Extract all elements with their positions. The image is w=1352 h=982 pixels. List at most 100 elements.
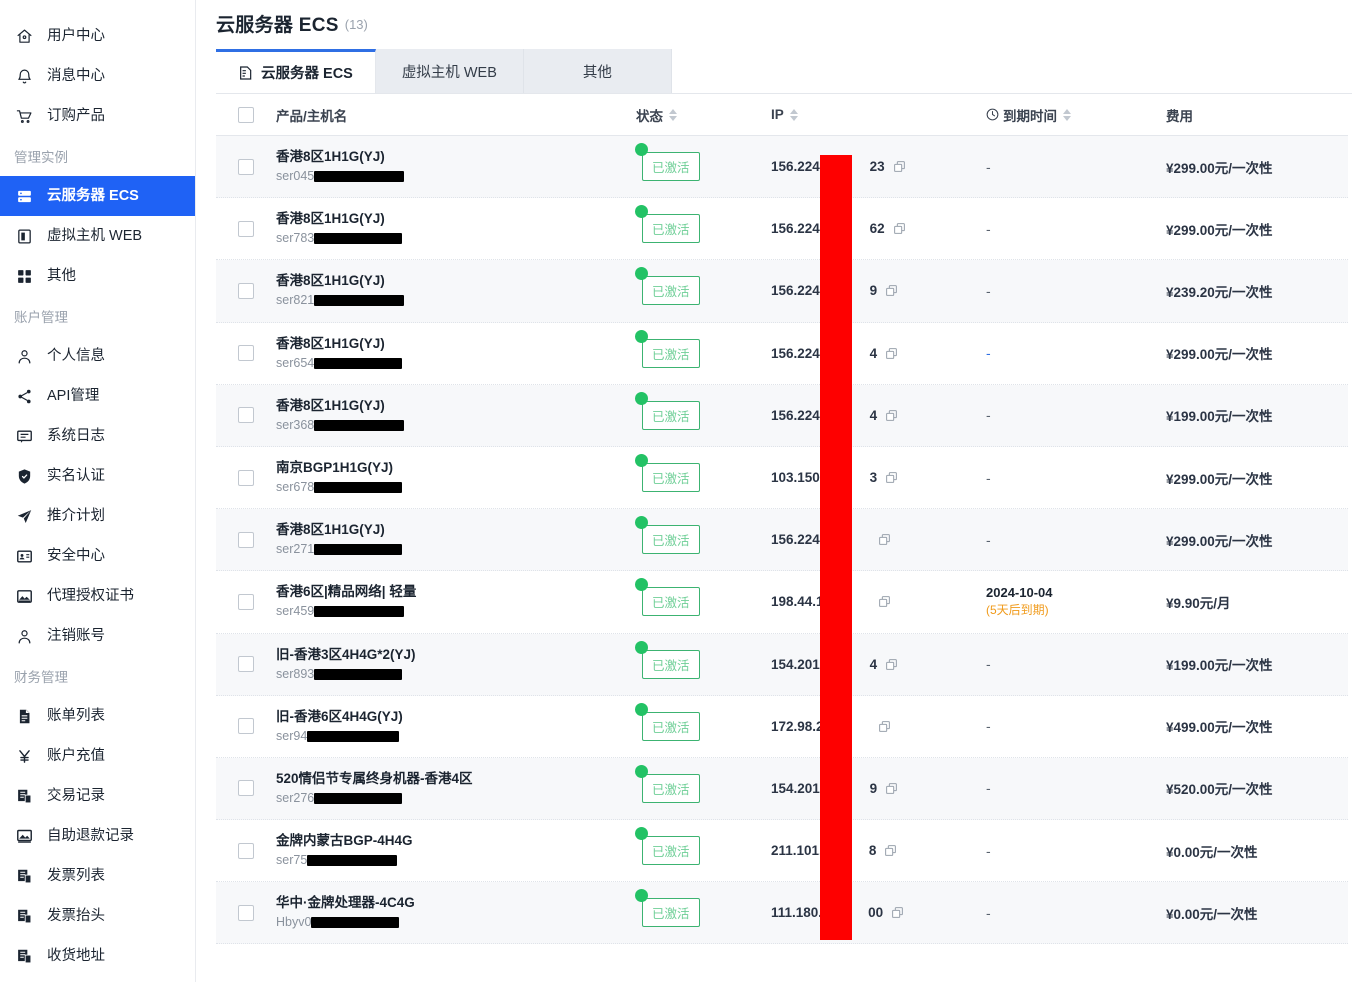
fee-cell: ¥9.90元/月: [1166, 592, 1346, 612]
host-redaction: [307, 855, 398, 867]
table-row[interactable]: 香港8区1H1G(YJ) ser045 已激活 156.224. 23 - ¥299.00元…: [216, 136, 1348, 199]
row-select-cell: [216, 656, 276, 673]
copy-icon[interactable]: [891, 906, 904, 919]
table-row[interactable]: 香港8区1H1G(YJ) ser783 已激活 156.224. 62 - ¥299.00元…: [216, 198, 1348, 261]
row-checkbox[interactable]: [238, 345, 254, 362]
sidebar-item-9[interactable]: API管理: [0, 376, 195, 416]
row-checkbox[interactable]: [238, 282, 254, 299]
product-cell: 香港8区1H1G(YJ) ser368: [276, 397, 636, 434]
row-checkbox[interactable]: [238, 842, 254, 859]
table-row[interactable]: 香港8区1H1G(YJ) ser271 已激活 156.224. - ¥299.00元/一…: [216, 509, 1348, 572]
sidebar-item-20[interactable]: 自助退款记录: [0, 816, 195, 856]
ip-cell: 172.98.2: [771, 719, 986, 734]
row-checkbox[interactable]: [238, 220, 254, 237]
sidebar-item-5[interactable]: 虚拟主机 WEB: [0, 216, 195, 256]
sidebar-item-12[interactable]: 推介计划: [0, 496, 195, 536]
sort-expire-icon[interactable]: [1063, 108, 1071, 121]
table-row[interactable]: 旧-香港3区4H4G*2(YJ) ser893 已激活 154.201. 4 - ¥199.…: [216, 633, 1348, 696]
row-checkbox[interactable]: [238, 656, 254, 673]
column-header-name-label: 产品/主机名: [276, 108, 348, 124]
sidebar-item-1[interactable]: 消息中心: [0, 56, 195, 96]
sidebar-item-4[interactable]: 云服务器 ECS: [0, 176, 195, 216]
copy-icon[interactable]: [885, 284, 898, 297]
copy-icon[interactable]: [884, 844, 897, 857]
table-row[interactable]: 香港8区1H1G(YJ) ser654 已激活 156.224. 4 - ¥299.00元/…: [216, 323, 1348, 385]
copy-icon[interactable]: [878, 720, 891, 733]
row-checkbox[interactable]: [238, 158, 254, 175]
ip-prefix: 156.224.: [771, 532, 824, 548]
copy-icon[interactable]: [885, 409, 898, 422]
table-row[interactable]: 南京BGP1H1G(YJ) ser678 已激活 103.150. 3 - ¥299.00元…: [216, 447, 1348, 510]
status-cell: 已激活: [635, 764, 771, 803]
fee-value: ¥0.00元/一次性: [1166, 844, 1258, 860]
sidebar-item-11[interactable]: 实名认证: [0, 456, 195, 496]
table-row[interactable]: 香港6区|精品网络| 轻量 ser459 已激活 198.44.1 2024-10-04…: [216, 571, 1348, 634]
sidebar-item-17[interactable]: 账单列表: [0, 696, 195, 736]
sidebar-item-15[interactable]: 注销账号: [0, 616, 195, 656]
sidebar-item-label: 收货地址: [47, 947, 105, 964]
table-row[interactable]: 香港8区1H1G(YJ) ser368 已激活 156.224. 4 - ¥199.00元/…: [216, 384, 1348, 447]
product-name: 旧-香港6区4H4G(YJ): [276, 708, 403, 724]
tab-0[interactable]: 云服务器 ECS: [216, 49, 376, 93]
column-header-state[interactable]: 状态: [636, 105, 771, 125]
sidebar-item-23[interactable]: 收货地址: [0, 936, 195, 976]
ip-suffix: 62: [869, 221, 885, 237]
sidebar-item-10[interactable]: 系统日志: [0, 416, 195, 456]
sidebar-item-22[interactable]: 发票抬头: [0, 896, 195, 936]
status-badge: 已激活: [642, 400, 700, 430]
table-row[interactable]: 华中·金牌处理器-4C4G Hbyv0 已激活 111.180. 00 - ¥0.00元/一…: [216, 882, 1348, 945]
copy-icon[interactable]: [885, 347, 898, 360]
sidebar-item-14[interactable]: 代理授权证书: [0, 576, 195, 616]
column-header-ip[interactable]: IP: [771, 107, 986, 122]
host-name-prefix: ser893: [276, 666, 315, 681]
copy-icon[interactable]: [893, 160, 906, 173]
product-cell: 香港6区|精品网络| 轻量 ser459: [276, 583, 636, 620]
expire-cell: -: [986, 345, 1166, 361]
tab-2[interactable]: 其他: [523, 49, 672, 93]
row-checkbox[interactable]: [238, 407, 254, 424]
row-checkbox[interactable]: [238, 780, 254, 797]
table-row[interactable]: 520情侣节专属终身机器-香港4区 ser276 已激活 154.201. 9 - ¥520…: [216, 757, 1348, 821]
yen-icon: [16, 747, 38, 765]
sidebar-item-label: 安全中心: [47, 547, 105, 564]
row-checkbox[interactable]: [238, 718, 254, 735]
sidebar-item-13[interactable]: 安全中心: [0, 536, 195, 576]
copy-icon[interactable]: [878, 533, 891, 546]
sort-state-icon[interactable]: [669, 108, 677, 121]
table-row[interactable]: 金牌内蒙古BGP-4H4G ser75 已激活 211.101. 8 - ¥0.00元/一次…: [216, 820, 1348, 883]
sidebar-item-label: 云服务器 ECS: [47, 187, 139, 204]
sidebar-item-19[interactable]: 交易记录: [0, 776, 195, 816]
select-all-checkbox[interactable]: [238, 106, 254, 123]
ip-line: 156.224. 62: [771, 221, 986, 236]
row-checkbox[interactable]: [238, 469, 254, 486]
row-checkbox[interactable]: [238, 593, 254, 610]
sidebar-item-18[interactable]: 账户充值: [0, 736, 195, 776]
sidebar-item-21[interactable]: 发票列表: [0, 856, 195, 896]
host-name: ser821: [276, 292, 636, 309]
expire-empty[interactable]: -: [986, 345, 991, 361]
ip-prefix: 154.201.: [771, 780, 824, 796]
status-badge: 已激活: [642, 773, 700, 803]
sidebar-item-8[interactable]: 个人信息: [0, 336, 195, 376]
row-checkbox[interactable]: [238, 531, 254, 548]
column-header-expire[interactable]: 到期时间: [986, 105, 1166, 125]
host-name-prefix: ser783: [276, 231, 315, 246]
row-checkbox[interactable]: [238, 904, 254, 921]
sidebar-item-0[interactable]: 用户中心: [0, 16, 195, 56]
share-icon: [16, 387, 38, 405]
product-cell: 旧-香港3区4H4G*2(YJ) ser893: [276, 646, 636, 683]
table-row[interactable]: 香港8区1H1G(YJ) ser821 已激活 156.224. 9 - ¥239.20元/…: [216, 260, 1348, 323]
sort-ip-icon[interactable]: [789, 108, 798, 121]
copy-icon[interactable]: [885, 782, 898, 795]
sidebar-item-label: 自助退款记录: [47, 827, 134, 844]
sidebar-item-6[interactable]: 其他: [0, 256, 195, 296]
cart-icon: [16, 107, 38, 125]
copy-icon[interactable]: [878, 595, 891, 608]
tab-1[interactable]: 虚拟主机 WEB: [375, 49, 524, 93]
copy-icon[interactable]: [885, 471, 898, 484]
home-icon: [16, 27, 38, 45]
copy-icon[interactable]: [885, 658, 898, 671]
copy-icon[interactable]: [893, 222, 906, 235]
table-row[interactable]: 旧-香港6区4H4G(YJ) ser94 已激活 172.98.2 - ¥499.00元/…: [216, 696, 1348, 758]
sidebar-item-2[interactable]: 订购产品: [0, 96, 195, 136]
